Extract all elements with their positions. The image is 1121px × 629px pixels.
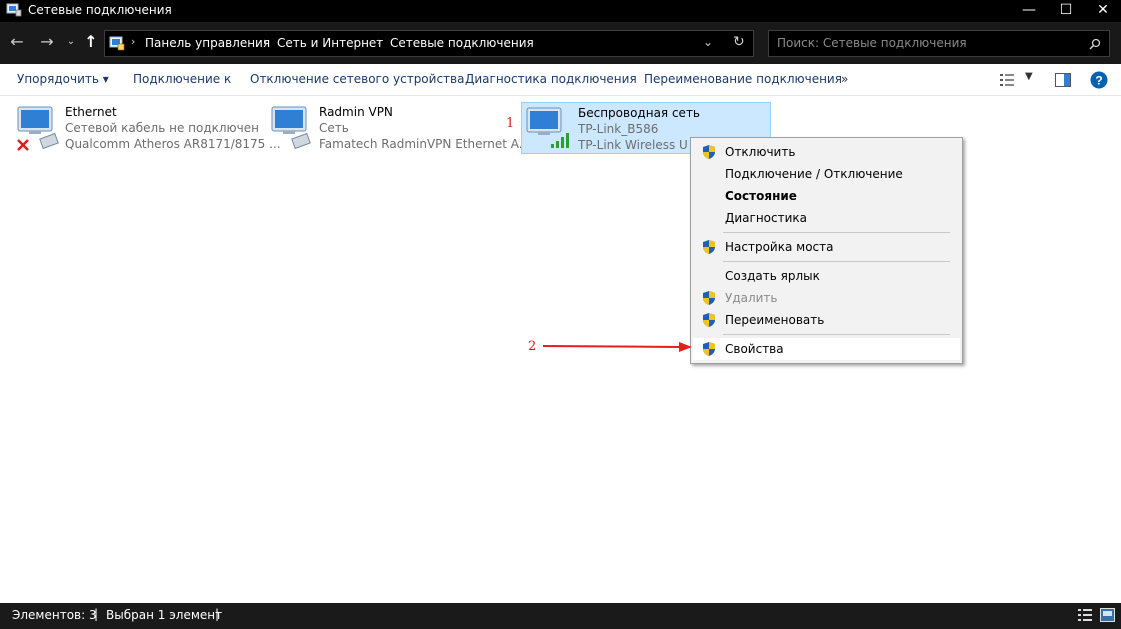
status-bar: Элементов: 3 | Выбран 1 элемент | [0,603,1121,629]
uac-shield-icon [703,291,715,305]
connection-adapter: Qualcomm Atheros AR8171/8175 ... [65,137,281,151]
menu-item-properties[interactable]: Свойства [693,338,960,360]
menu-item-label: Настройка моста [725,240,834,254]
menu-separator [723,232,950,233]
menu-item-label: Отключить [725,145,796,159]
status-divider: | [215,607,220,621]
maximize-button[interactable]: ☐ [1046,0,1086,22]
connection-status: TP-Link_B586 [578,122,659,136]
large-icons-view-icon[interactable] [1100,608,1115,622]
breadcrumb-network-connections[interactable]: Сетевые подключения [390,36,534,50]
menu-item-label: Состояние [725,189,797,203]
annotation-2: 2 [528,339,537,354]
connection-item-ethernet[interactable]: Ethernet Сетевой кабель не подключен Qua… [15,102,281,154]
refresh-icon[interactable]: ↻ [733,34,745,50]
annotation-arrow-icon [543,342,692,352]
help-icon[interactable]: ? [1090,71,1108,89]
signal-strength-icon [551,133,569,148]
connection-adapter: TP-Link Wireless USB [578,138,688,152]
menu-item-status[interactable]: Состояние [693,185,960,207]
more-commands-chevron-icon[interactable]: » [841,72,848,86]
back-arrow-icon[interactable]: ← [6,31,28,53]
menu-item-create-shortcut[interactable]: Создать ярлык [693,265,960,287]
network-adapter-icon [271,106,311,150]
breadcrumb-network-internet[interactable]: Сеть и Интернет [277,36,383,50]
uac-shield-icon [703,240,715,254]
preview-pane-icon[interactable] [1055,73,1071,87]
connection-item-radmin-vpn[interactable]: Radmin VPN Сеть Famatech RadminVPN Ether… [269,102,530,154]
recent-locations-chevron-icon[interactable]: ⌄ [60,31,82,53]
network-connections-icon [6,3,22,17]
breadcrumb-control-panel[interactable]: Панель управления [145,36,270,50]
rename-connection-button[interactable]: Переименование подключения [644,72,842,86]
up-arrow-icon[interactable]: ↑ [80,31,102,53]
close-button[interactable]: ✕ [1083,0,1121,22]
uac-shield-icon [703,145,715,159]
command-bar: Упорядочить ▾ Подключение к Отключение с… [0,64,1121,96]
search-icon[interactable] [1089,38,1101,50]
search-input[interactable]: Поиск: Сетевые подключения [777,36,967,50]
disable-device-button[interactable]: Отключение сетевого устройства [250,72,464,86]
menu-item-label: Переименовать [725,313,825,327]
connection-status: Сетевой кабель не подключен [65,121,259,135]
uac-shield-icon [703,313,715,327]
breadcrumb-separator: › [263,35,268,48]
menu-item-label: Диагностика [725,211,808,225]
menu-item-diagnostics[interactable]: Диагностика [693,207,960,229]
menu-item-label: Удалить [725,291,778,305]
menu-item-label: Свойства [725,342,784,356]
status-items-count: Элементов: 3 [12,608,97,622]
svg-text:?: ? [1095,74,1102,88]
uac-shield-icon [703,342,715,356]
address-bar[interactable]: › Панель управления › Сеть и Интернет › … [104,30,754,57]
organize-menu[interactable]: Упорядочить ▾ [17,72,109,86]
status-selected: Выбран 1 элемент [106,608,223,622]
minimize-button[interactable]: — [1009,0,1049,22]
connection-name: Ethernet [65,105,117,119]
forward-arrow-icon[interactable]: → [36,31,58,53]
menu-item-delete: Удалить [693,287,960,309]
diagnose-button[interactable]: Диагностика подключения [465,72,637,86]
menu-item-bridge[interactable]: Настройка моста [693,236,960,258]
menu-separator [723,334,950,335]
search-box[interactable]: Поиск: Сетевые подключения [768,30,1110,57]
disconnected-x-icon [17,139,29,151]
connection-status: Сеть [319,121,349,135]
connection-adapter: Famatech RadminVPN Ethernet A... [319,137,531,151]
menu-item-label: Подключение / Отключение [725,167,903,181]
title-bar: Сетевые подключения — ☐ ✕ [0,0,1121,22]
window-title: Сетевые подключения [28,3,172,17]
breadcrumb-separator: › [131,35,136,48]
connection-name: Radmin VPN [319,105,393,119]
status-divider: | [94,607,99,621]
view-options-icon[interactable] [1000,73,1016,87]
menu-item-disable[interactable]: Отключить [693,141,960,163]
address-row: ← → ⌄ ↑ › Панель управления › Сеть и Инт… [0,22,1121,64]
context-menu: Отключить Подключение / Отключение Состо… [690,137,963,364]
breadcrumb-separator: › [377,35,382,48]
connection-name: Беспроводная сеть [578,106,701,120]
view-dropdown-chevron-icon[interactable]: ▼ [1025,71,1033,82]
details-view-icon[interactable] [1078,608,1092,622]
connect-to-button[interactable]: Подключение к [133,72,231,86]
menu-item-rename[interactable]: Переименовать [693,309,960,331]
menu-item-label: Создать ярлык [725,269,820,283]
address-dropdown-chevron-icon[interactable]: ⌄ [703,35,713,49]
control-panel-icon [109,36,125,51]
menu-separator [723,261,950,262]
annotation-1: 1 [506,116,515,131]
menu-item-connect-disconnect[interactable]: Подключение / Отключение [693,163,960,185]
